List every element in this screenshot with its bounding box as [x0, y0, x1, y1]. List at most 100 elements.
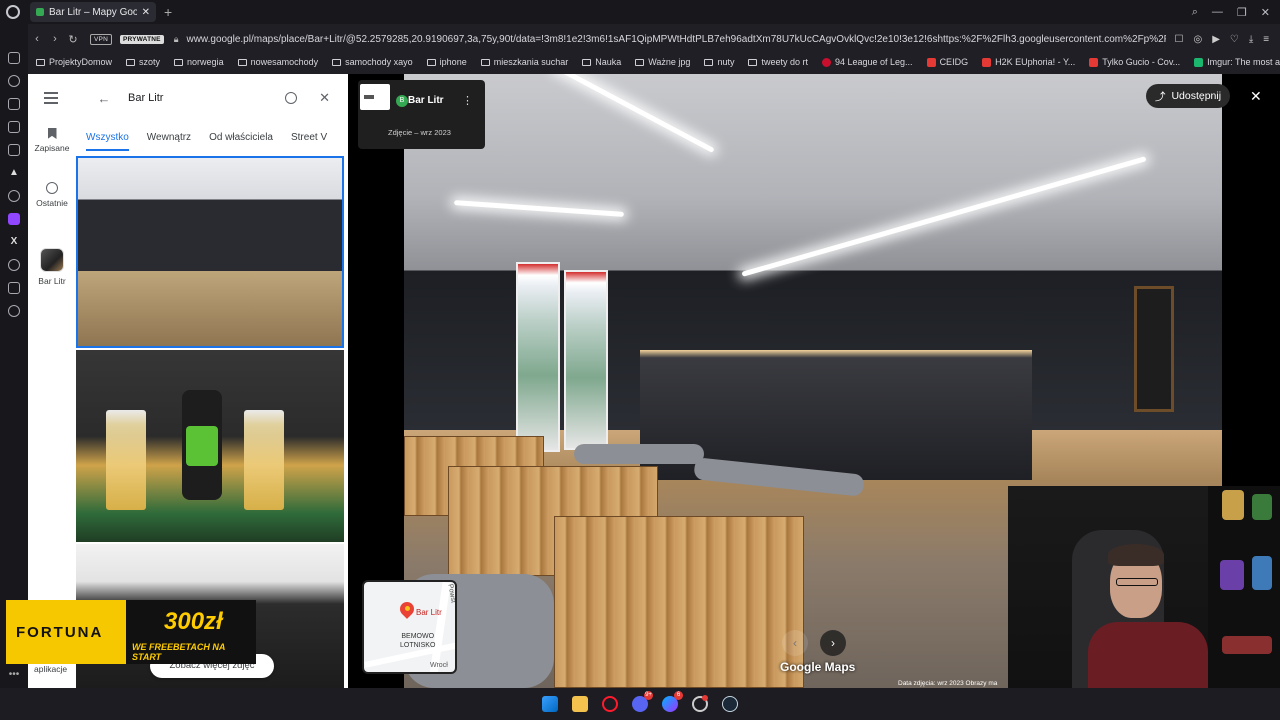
rail-saved[interactable]: Zapisane — [28, 128, 76, 153]
beer-can-label — [186, 426, 218, 466]
bookmark-item[interactable]: Nauka — [582, 57, 621, 67]
rail-place[interactable]: Bar Litr — [28, 248, 76, 286]
minimap[interactable]: Bar Litr BEMOWO LOTNISKO Powst Wrocł — [362, 580, 457, 674]
search-icon[interactable] — [285, 92, 298, 104]
photo-thumbnail-beer[interactable] — [76, 350, 344, 542]
url-field[interactable]: www.google.pl/maps/place/Bar+Litr/@52.25… — [186, 34, 1166, 45]
windows-start-icon[interactable] — [542, 696, 558, 712]
close-window-icon[interactable]: ✕ — [1261, 6, 1270, 19]
bookmark-item[interactable]: Imgur: The most a... — [1194, 57, 1280, 67]
photo-author-name[interactable]: Bar Litr — [408, 95, 444, 106]
tab-close-icon[interactable]: ✕ — [142, 7, 150, 18]
hamburger-menu-icon[interactable] — [44, 92, 58, 107]
share-button[interactable]: ⤴ Udostępnij — [1146, 84, 1230, 108]
address-bar: ‹ › ↻ VPN PRYWATNE 🔒︎ www.google.pl/maps… — [28, 26, 1280, 52]
menu-icon[interactable]: ≡ — [1263, 34, 1269, 45]
google-maps-favicon-icon — [36, 8, 44, 16]
glasses — [1116, 578, 1158, 586]
bookmark-item[interactable]: mieszkania suchar — [480, 57, 568, 67]
folder-icon — [237, 58, 247, 66]
workspaces-icon[interactable] — [8, 52, 20, 64]
photo-thumbnail-interior[interactable] — [76, 156, 344, 348]
search-tabs-icon[interactable]: ⌕ — [1192, 6, 1198, 19]
figurine — [1222, 490, 1244, 520]
opera-logo-icon[interactable] — [6, 5, 20, 19]
bookmark-page-icon[interactable]: ☐ — [1174, 34, 1183, 45]
pinboard-icon[interactable] — [8, 121, 20, 133]
bookmark-item[interactable]: Ważne jpg — [635, 57, 690, 67]
more-icon[interactable]: ••• — [9, 669, 20, 680]
keyboard-toggle-icon[interactable] — [360, 84, 390, 110]
close-viewer-icon[interactable]: ✕ — [1250, 88, 1262, 105]
heart-icon[interactable]: ♡ — [1230, 34, 1239, 45]
bookmark-item[interactable]: tweety do rt — [748, 57, 808, 67]
bookmark-item[interactable]: szoty — [126, 57, 160, 67]
streamer-hair — [1108, 544, 1164, 566]
ad-brand: FORTUNA — [16, 624, 104, 641]
next-photo-button[interactable]: › — [820, 630, 846, 656]
tab-inside[interactable]: Wewnątrz — [147, 132, 191, 151]
aria-icon[interactable] — [8, 75, 20, 87]
messenger-icon[interactable]: 6 — [662, 691, 683, 712]
gear-icon[interactable] — [8, 305, 20, 317]
tab-street-view[interactable]: Street V — [291, 132, 327, 151]
settings-icon[interactable] — [8, 190, 20, 202]
opera-ai-icon[interactable]: ▲ — [8, 167, 20, 179]
figurine — [1222, 636, 1272, 654]
tab-all[interactable]: Wszystko — [86, 132, 129, 151]
browser-taskbar-icon[interactable] — [692, 695, 708, 712]
browser-tab[interactable]: Bar Litr – Mapy Google ✕ — [30, 2, 156, 22]
tab-title: Bar Litr – Mapy Google — [49, 6, 137, 18]
maps-left-rail: Zapisane Ostatnie Bar Litr — [28, 74, 76, 688]
discord-icon[interactable]: 9+ — [632, 691, 653, 712]
extensions-icon[interactable] — [8, 282, 20, 294]
ad-offer-box: 300zł WE FREEBETACH NA START — [126, 600, 256, 664]
figurine — [1220, 560, 1244, 590]
bookmark-item[interactable]: nowesamochody — [237, 57, 318, 67]
lock-icon[interactable]: 🔒︎ — [174, 34, 179, 45]
restore-icon[interactable]: ❐ — [1237, 6, 1247, 19]
previous-photo-button[interactable]: ‹ — [782, 630, 808, 656]
new-tab-icon[interactable]: + — [164, 4, 172, 20]
place-thumbnail — [40, 248, 64, 272]
fridge — [564, 270, 608, 450]
vpn-badge[interactable]: VPN — [90, 33, 112, 45]
bookmark-item[interactable]: 94 League of Leg... — [821, 57, 913, 67]
bookmark-item[interactable]: Tylko Gucio - Cov... — [1089, 57, 1180, 67]
bookmark-item[interactable]: CEIDG — [926, 57, 968, 67]
player-icon[interactable]: ▶ — [1212, 34, 1220, 45]
folder-icon — [704, 58, 714, 66]
messenger-sidebar-icon[interactable] — [8, 144, 20, 156]
bookmark-item[interactable]: samochody xayo — [332, 57, 413, 67]
bookmark-item[interactable]: H2K EUphoria! - Y... — [982, 57, 1075, 67]
rail-recent[interactable]: Ostatnie — [28, 182, 76, 208]
search-input[interactable]: Bar Litr — [118, 92, 285, 104]
player-sidebar-icon[interactable] — [8, 259, 20, 271]
photos-panel: ← Bar Litr ✕ Wszystko Wewnątrz Od właści… — [76, 74, 348, 688]
bookmark-item[interactable]: norwegia — [174, 57, 224, 67]
folder-icon — [748, 58, 758, 66]
crypto-wallet-icon[interactable] — [8, 98, 20, 110]
bookmark-item[interactable]: iphone — [426, 57, 467, 67]
notification-dot — [702, 695, 708, 701]
bookmark-item[interactable]: nuty — [704, 57, 734, 67]
forward-icon[interactable]: › — [46, 33, 64, 45]
file-explorer-icon[interactable] — [572, 696, 588, 712]
reload-icon[interactable]: ↻ — [64, 33, 82, 46]
x-icon[interactable]: X — [8, 236, 20, 248]
bookmark-item[interactable]: ProjektyDomow — [36, 57, 112, 67]
close-icon[interactable]: ✕ — [319, 90, 330, 106]
back-icon[interactable]: ‹ — [28, 33, 46, 45]
more-options-icon[interactable]: ⋮ — [462, 94, 473, 107]
folder-icon — [635, 58, 645, 66]
rail-apps-label[interactable]: aplikacje — [34, 664, 67, 674]
twitch-icon[interactable] — [8, 213, 20, 225]
snapshot-icon[interactable]: ◎ — [1193, 34, 1202, 45]
minimize-icon[interactable]: — — [1212, 6, 1223, 19]
opera-taskbar-icon[interactable] — [602, 696, 618, 712]
tab-by-owner[interactable]: Od właściciela — [209, 132, 273, 151]
steam-icon[interactable] — [722, 696, 738, 712]
download-icon[interactable]: ⤓ — [1249, 34, 1253, 45]
back-arrow-icon[interactable]: ← — [90, 91, 118, 106]
beer-glass — [244, 410, 284, 510]
